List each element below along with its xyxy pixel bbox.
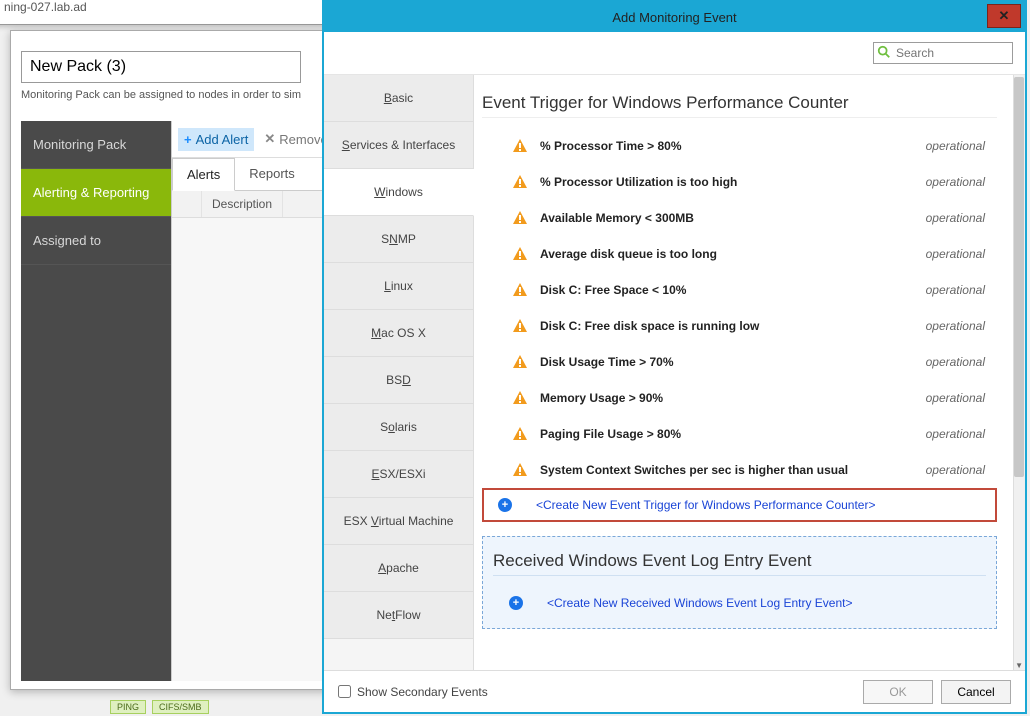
section-title-perf-counter: Event Trigger for Windows Performance Co… (482, 93, 997, 118)
close-button[interactable]: ✕ (987, 4, 1021, 28)
event-type: operational (926, 247, 985, 261)
scrollbar-thumb[interactable] (1014, 77, 1024, 477)
event-type: operational (926, 175, 985, 189)
warning-icon (512, 390, 528, 406)
close-icon: ✕ (999, 8, 1010, 24)
ok-button[interactable]: OK (863, 680, 933, 704)
search-input[interactable] (873, 42, 1013, 64)
event-row[interactable]: Disk Usage Time > 70%operational (482, 344, 997, 380)
warning-icon (512, 246, 528, 262)
event-type: operational (926, 283, 985, 297)
create-event-log-entry[interactable]: + <Create New Received Windows Event Log… (493, 586, 986, 620)
category-snmp[interactable]: SNMP (324, 216, 473, 263)
warning-icon (512, 462, 528, 478)
category-macosx[interactable]: Mac OS X (324, 310, 473, 357)
warning-icon (512, 138, 528, 154)
sidebar-item-alerting-reporting[interactable]: Alerting & Reporting (21, 169, 171, 217)
event-type: operational (926, 427, 985, 441)
plus-circle-icon: + (509, 596, 523, 610)
pack-name-input[interactable] (21, 51, 301, 83)
event-label: Disk Usage Time > 70% (540, 355, 926, 369)
show-secondary-label: Show Secondary Events (357, 685, 855, 699)
category-esx-vm[interactable]: ESX Virtual Machine (324, 498, 473, 545)
event-label: % Processor Time > 80% (540, 139, 926, 153)
event-row[interactable]: Disk C: Free disk space is running lowop… (482, 308, 997, 344)
event-type: operational (926, 319, 985, 333)
category-windows[interactable]: Windows (324, 169, 474, 216)
status-pill: CIFS/SMB (152, 700, 209, 714)
scrollbar[interactable]: ▲ ▼ (1013, 75, 1025, 670)
warning-icon (512, 426, 528, 442)
dialog-title: Add Monitoring Event (612, 10, 736, 25)
event-row[interactable]: Disk C: Free Space < 10%operational (482, 272, 997, 308)
grid-col-description[interactable]: Description (202, 191, 283, 217)
cancel-button[interactable]: Cancel (941, 680, 1011, 704)
tab-reports[interactable]: Reports (235, 158, 309, 190)
event-label: Disk C: Free Space < 10% (540, 283, 926, 297)
category-linux[interactable]: Linux (324, 263, 473, 310)
category-basic[interactable]: Basic (324, 75, 473, 122)
event-label: System Context Switches per sec is highe… (540, 463, 926, 477)
plus-circle-icon: + (498, 498, 512, 512)
dialog-footer: Show Secondary Events OK Cancel (324, 670, 1025, 712)
event-row[interactable]: % Processor Utilization is too highopera… (482, 164, 997, 200)
status-bar: PING CIFS/SMB (110, 700, 209, 714)
event-type: operational (926, 211, 985, 225)
left-sidebar: Monitoring Pack Alerting & Reporting Ass… (21, 121, 171, 681)
event-row[interactable]: System Context Switches per sec is highe… (482, 452, 997, 488)
warning-icon (512, 318, 528, 334)
event-type: operational (926, 355, 985, 369)
create-link-label: <Create New Event Trigger for Windows Pe… (536, 498, 875, 512)
category-esx[interactable]: ESX/ESXi (324, 451, 473, 498)
add-monitoring-event-dialog: Add Monitoring Event ✕ Basic Services & … (322, 0, 1027, 714)
plus-icon: + (184, 132, 192, 147)
event-row[interactable]: % Processor Time > 80%operational (482, 128, 997, 164)
add-alert-button[interactable]: + Add Alert (178, 128, 254, 151)
category-solaris[interactable]: Solaris (324, 404, 473, 451)
dialog-titlebar: Add Monitoring Event ✕ (324, 2, 1025, 32)
category-apache[interactable]: Apache (324, 545, 473, 592)
section-title-event-log: Received Windows Event Log Entry Event (493, 551, 986, 576)
event-label: % Processor Utilization is too high (540, 175, 926, 189)
category-netflow[interactable]: NetFlow (324, 592, 473, 639)
background-tab: ning-027.lab.ad (0, 0, 335, 25)
warning-icon (512, 210, 528, 226)
warning-icon (512, 354, 528, 370)
warning-icon (512, 282, 528, 298)
event-label: Average disk queue is too long (540, 247, 926, 261)
search-icon (877, 45, 891, 59)
status-pill: PING (110, 700, 146, 714)
sidebar-item-assigned-to[interactable]: Assigned to (21, 217, 171, 265)
event-row[interactable]: Memory Usage > 90%operational (482, 380, 997, 416)
tab-alerts[interactable]: Alerts (172, 158, 235, 191)
event-label: Memory Usage > 90% (540, 391, 926, 405)
create-link-label: <Create New Received Windows Event Log E… (547, 596, 852, 610)
event-type: operational (926, 463, 985, 477)
event-label: Disk C: Free disk space is running low (540, 319, 926, 333)
event-row[interactable]: Available Memory < 300MBoperational (482, 200, 997, 236)
event-row[interactable]: Paging File Usage > 80%operational (482, 416, 997, 452)
event-row[interactable]: Average disk queue is too longoperationa… (482, 236, 997, 272)
scroll-down-icon: ▼ (1015, 661, 1023, 670)
category-list: Basic Services & Interfaces Windows SNMP… (324, 75, 474, 670)
show-secondary-checkbox[interactable] (338, 685, 351, 698)
category-services-interfaces[interactable]: Services & Interfaces (324, 122, 473, 169)
x-icon: ✕ (264, 131, 275, 147)
create-perf-counter-trigger[interactable]: + <Create New Event Trigger for Windows … (482, 488, 997, 522)
event-type: operational (926, 391, 985, 405)
event-label: Available Memory < 300MB (540, 211, 926, 225)
sidebar-item-monitoring-pack[interactable]: Monitoring Pack (21, 121, 171, 169)
event-label: Paging File Usage > 80% (540, 427, 926, 441)
warning-icon (512, 174, 528, 190)
event-type: operational (926, 139, 985, 153)
category-bsd[interactable]: BSD (324, 357, 473, 404)
